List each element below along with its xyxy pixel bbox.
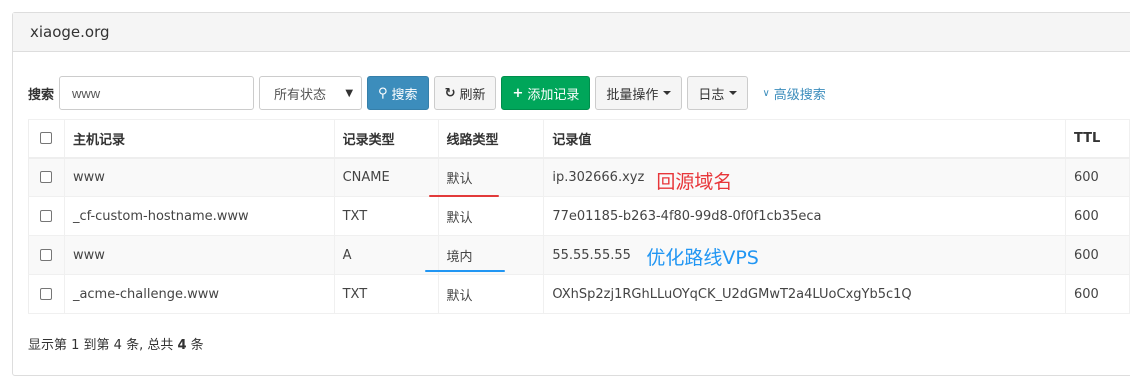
- route-label: 默认: [446, 171, 473, 187]
- type-cell[interactable]: TXT: [333, 274, 439, 314]
- summary-total: 4: [177, 338, 187, 353]
- records-table: 主机记录 记录类型 线路类型 记录值 TTL www CNAME 默认 ip.3…: [28, 119, 1130, 314]
- table-row: _cf-custom-hostname.www TXT 默认 77e01185-…: [28, 196, 1130, 236]
- table-header-row: 主机记录 记录类型 线路类型 记录值 TTL: [28, 119, 1130, 159]
- log-button-label: 日志: [698, 87, 725, 103]
- header-type[interactable]: 记录类型: [333, 119, 439, 159]
- route-cell[interactable]: 默认: [428, 157, 545, 197]
- host-cell[interactable]: _acme-challenge.www: [63, 274, 335, 314]
- summary-suffix: 条: [186, 338, 204, 353]
- row-checkbox[interactable]: [40, 210, 53, 222]
- route-cell[interactable]: 默认: [437, 274, 545, 314]
- add-record-button-label: 添加记录: [527, 87, 580, 103]
- annotation-source-domain: 回源域名: [656, 170, 733, 193]
- route-cell[interactable]: 境内: [424, 235, 545, 275]
- status-select-value: 所有状态: [274, 87, 327, 103]
- table-row: _acme-challenge.www TXT 默认 OXhSp2zj1RGhL…: [28, 274, 1130, 314]
- plus-icon: +: [512, 85, 524, 101]
- value-cell[interactable]: 77e01185-b263-4f80-99d8-0f0f1cb35eca: [543, 196, 1066, 236]
- summary-prefix: 显示第 1 到第 4 条, 总共: [28, 338, 178, 353]
- host-cell[interactable]: www: [63, 235, 335, 275]
- advanced-search-label: 高级搜索: [773, 87, 826, 103]
- blue-underline-mark: [424, 270, 505, 272]
- ttl-cell[interactable]: 600: [1065, 196, 1130, 236]
- header-ttl[interactable]: TTL: [1065, 119, 1130, 159]
- ttl-cell[interactable]: 600: [1065, 235, 1130, 275]
- panel-title: xiaoge.org: [13, 13, 1130, 52]
- route-cell[interactable]: 默认: [437, 196, 545, 236]
- row-checkbox[interactable]: [40, 288, 53, 300]
- header-route[interactable]: 线路类型: [437, 119, 545, 159]
- red-underline-mark: [428, 194, 499, 197]
- add-record-button[interactable]: + 添加记录: [501, 76, 591, 110]
- type-cell[interactable]: A: [333, 235, 439, 275]
- value-cell[interactable]: OXhSp2zj1RGhLLuOYqCK_U2dGMwT2a4LUoCxgYb5…: [543, 274, 1066, 314]
- batch-operations-button[interactable]: 批量操作: [595, 76, 683, 110]
- annotation-optimized-route: 优化路线VPS: [646, 247, 759, 269]
- batch-button-label: 批量操作: [606, 87, 659, 103]
- type-cell[interactable]: TXT: [333, 196, 439, 236]
- table-row: www CNAME 默认 ip.302666.xyz 回源域名 600: [28, 157, 1130, 197]
- row-select-cell: [28, 157, 65, 197]
- chevron-down-icon: ▼: [345, 87, 354, 99]
- search-icon: ⚲: [378, 85, 388, 101]
- refresh-icon: ↻: [444, 85, 456, 101]
- header-value[interactable]: 记录值: [543, 119, 1066, 159]
- table-row: www A 境内 55.55.55.55 优化路线VPS 600: [28, 235, 1130, 275]
- ttl-cell[interactable]: 600: [1065, 274, 1130, 314]
- value-label: 55.55.55.55: [552, 247, 631, 263]
- value-cell[interactable]: ip.302666.xyz 回源域名: [543, 157, 1066, 197]
- caret-down-icon: [729, 91, 738, 95]
- pagination-summary: 显示第 1 到第 4 条, 总共 4 条: [28, 334, 204, 353]
- row-checkbox[interactable]: [40, 171, 53, 184]
- row-select-cell: [28, 196, 65, 236]
- ttl-cell[interactable]: 600: [1065, 157, 1130, 197]
- chevron-down-icon: ∨: [762, 87, 770, 99]
- host-cell[interactable]: _cf-custom-hostname.www: [63, 196, 335, 236]
- row-select-cell: [28, 235, 65, 275]
- route-label: 境内: [446, 249, 473, 265]
- search-label: 搜索: [28, 87, 55, 103]
- search-input[interactable]: [59, 76, 255, 110]
- log-button[interactable]: 日志: [687, 76, 749, 110]
- toolbar: 搜索 所有状态 ▼ ⚲ 搜索 ↻ 刷新 + 添加记录 批量操作 日志 ∨ 高级搜…: [28, 76, 826, 110]
- value-label: ip.302666.xyz: [552, 169, 645, 185]
- host-cell[interactable]: www: [63, 157, 335, 197]
- refresh-button[interactable]: ↻ 刷新: [433, 76, 497, 110]
- row-select-cell: [28, 274, 65, 314]
- search-button-label: 搜索: [391, 87, 418, 103]
- caret-down-icon: [663, 91, 672, 95]
- search-button[interactable]: ⚲ 搜索: [367, 76, 429, 110]
- advanced-search-link[interactable]: ∨ 高级搜索: [762, 84, 825, 103]
- select-all-checkbox[interactable]: [40, 132, 53, 145]
- value-cell[interactable]: 55.55.55.55 优化路线VPS: [543, 235, 1066, 275]
- refresh-button-label: 刷新: [459, 87, 486, 103]
- header-host[interactable]: 主机记录: [63, 119, 335, 159]
- type-cell[interactable]: CNAME: [333, 157, 439, 197]
- status-select[interactable]: 所有状态 ▼: [259, 76, 363, 110]
- row-checkbox[interactable]: [40, 249, 53, 261]
- select-all-cell: [28, 119, 65, 159]
